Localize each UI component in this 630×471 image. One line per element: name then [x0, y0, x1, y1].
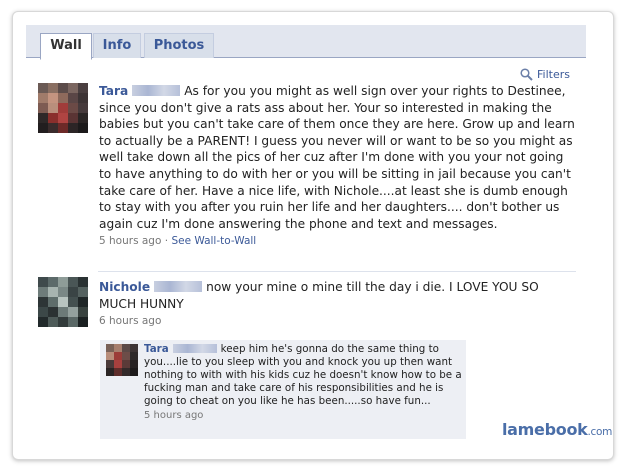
magnifier-icon [520, 68, 533, 81]
lamebook-watermark: lamebook.com [502, 420, 612, 439]
post-divider [98, 271, 576, 272]
post-timestamp: 5 hours ago [99, 235, 162, 248]
redacted-surname [132, 85, 181, 96]
watermark-main: lamebook [502, 420, 588, 439]
post-text: As for you you might as well sign over y… [99, 84, 575, 231]
tab-info[interactable]: Info [93, 33, 141, 58]
avatar[interactable] [106, 344, 138, 376]
comment-reply: Tara keep him he's gonna do the same thin… [100, 340, 466, 439]
reply-author[interactable]: Tara [144, 343, 169, 355]
filters-link[interactable]: Filters [520, 68, 570, 81]
watermark-suffix: .com [587, 426, 613, 438]
post-body: Tara As for you you might as well sign ov… [99, 83, 579, 250]
post-meta: 5 hours ago · See Wall-to-Wall [99, 233, 579, 250]
see-wall-to-wall-link[interactable]: See Wall-to-Wall [171, 235, 256, 247]
profile-tab-bar: Wall Info Photos [26, 25, 586, 60]
post-timestamp: 6 hours ago [99, 315, 162, 328]
post-meta: 6 hours ago [99, 313, 569, 330]
reply-body: Tara keep him he's gonna do the same thin… [144, 343, 462, 423]
redacted-surname [172, 344, 217, 353]
meta-separator: · [164, 235, 169, 248]
post-author[interactable]: Tara [99, 84, 128, 98]
tab-wall[interactable]: Wall [40, 33, 92, 60]
filters-label: Filters [537, 68, 570, 81]
tab-photos[interactable]: Photos [144, 33, 214, 58]
redacted-surname [154, 281, 203, 292]
avatar[interactable] [38, 83, 88, 133]
avatar[interactable] [38, 277, 88, 327]
post-body: Nichole now your mine o mine till the day… [99, 279, 569, 330]
reply-timestamp: 5 hours ago [144, 410, 204, 422]
post-author[interactable]: Nichole [99, 280, 150, 294]
